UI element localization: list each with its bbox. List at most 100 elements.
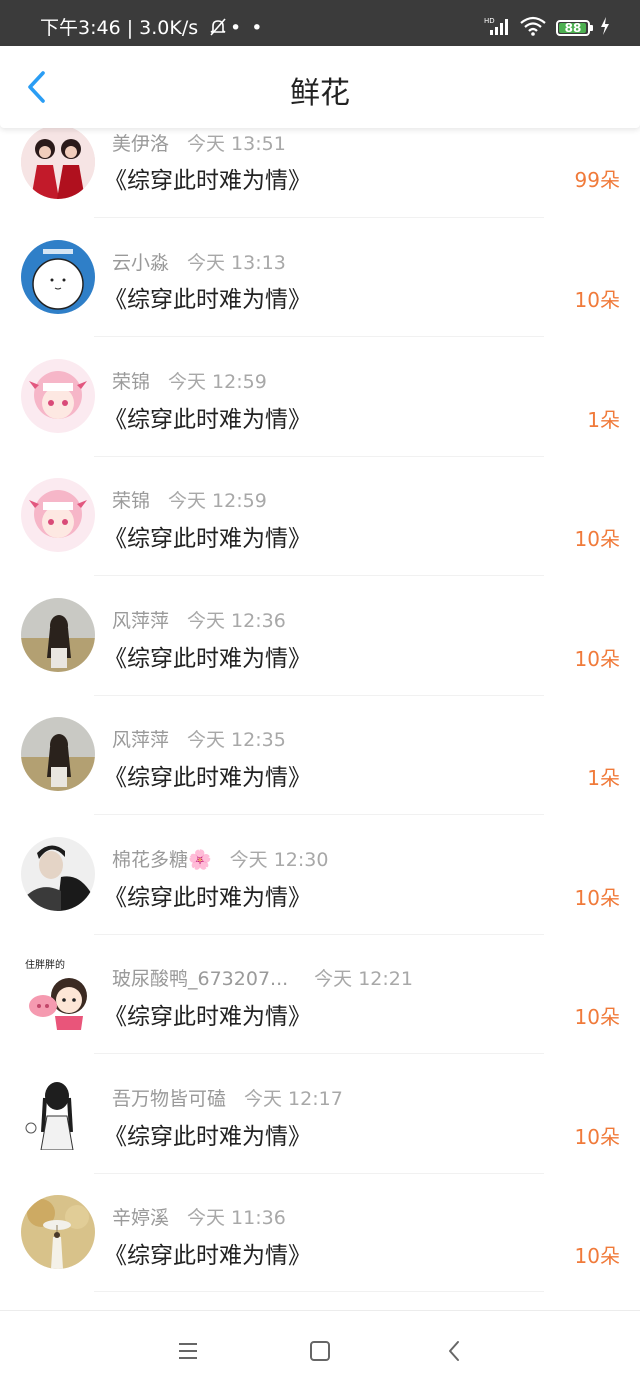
time: 今天 13:51: [187, 133, 286, 155]
time: 今天 12:35: [187, 729, 286, 751]
system-nav-bar: [0, 1310, 640, 1388]
header: 鲜花: [0, 46, 640, 128]
list-item[interactable]: 荣锦 今天 12:59 《综穿此时难为情》 10朵: [0, 465, 640, 585]
avatar[interactable]: [21, 598, 95, 672]
avatar[interactable]: [21, 1076, 95, 1150]
time: 今天 12:30: [229, 849, 329, 871]
book-title[interactable]: 《综穿此时难为情》: [104, 1236, 311, 1270]
time: 今天 12:21: [314, 968, 413, 990]
more-notifications-dots: • •: [230, 17, 265, 39]
divider: [94, 456, 544, 457]
book-title[interactable]: 《综穿此时难为情》: [104, 161, 311, 195]
user-meta: 棉花多糖🌸 今天 12:30: [112, 845, 328, 872]
time: 今天 12:59: [168, 490, 267, 512]
time: 今天 13:13: [187, 252, 286, 274]
menu-button[interactable]: [168, 1331, 208, 1371]
flower-count: 10朵: [574, 527, 620, 551]
flower-count: 99朵: [574, 168, 620, 192]
flower-count: 10朵: [574, 288, 620, 312]
flower-count: 10朵: [574, 886, 620, 910]
avatar[interactable]: [21, 478, 95, 552]
user-meta: 荣锦 今天 12:59: [112, 486, 267, 513]
svg-text:HD: HD: [484, 17, 495, 25]
user-name[interactable]: 玻尿酸鸭_673207...: [112, 968, 288, 990]
avatar[interactable]: [21, 125, 95, 199]
wifi-icon: [520, 16, 546, 40]
list-item[interactable]: 风萍萍 今天 12:36 《综穿此时难为情》 10朵: [0, 585, 640, 705]
status-bar: 下午3:46 | 3.0K/s • • HD 88: [0, 0, 640, 46]
user-meta: 风萍萍 今天 12:36: [112, 606, 286, 633]
avatar[interactable]: [21, 359, 95, 433]
book-title[interactable]: 《综穿此时难为情》: [104, 400, 311, 434]
flower-count: 10朵: [574, 1244, 620, 1268]
book-title[interactable]: 《综穿此时难为情》: [104, 997, 311, 1031]
status-icons: HD 88: [484, 16, 610, 40]
user-meta: 风萍萍 今天 12:35: [112, 725, 286, 752]
flower-count: 10朵: [574, 1005, 620, 1029]
book-title[interactable]: 《综穿此时难为情》: [104, 519, 311, 553]
back-arrow-icon: [449, 1341, 459, 1361]
flower-count: 10朵: [574, 1125, 620, 1149]
divider: [94, 336, 544, 337]
book-title[interactable]: 《综穿此时难为情》: [104, 758, 311, 792]
user-name[interactable]: 棉花多糖🌸: [112, 849, 212, 871]
time: 今天 12:59: [168, 371, 267, 393]
list-item[interactable]: 吾万物皆可磕 今天 12:17 《综穿此时难为情》 10朵: [0, 1065, 640, 1185]
avatar[interactable]: [21, 240, 95, 314]
battery-level: 88: [564, 21, 582, 35]
status-time-speed: 下午3:46 | 3.0K/s: [40, 0, 228, 46]
signal-icon: HD: [484, 16, 510, 40]
avatar[interactable]: [21, 717, 95, 791]
divider: [94, 1173, 544, 1174]
divider: [94, 814, 544, 815]
list-item[interactable]: 棉花多糖🌸 今天 12:30 《综穿此时难为情》 10朵: [0, 825, 640, 945]
menu-icon: [179, 1343, 197, 1359]
avatar[interactable]: [21, 837, 95, 911]
list-item[interactable]: 辛婷溪 今天 11:36 《综穿此时难为情》 10朵: [0, 1185, 640, 1305]
list-item[interactable]: 风萍萍 今天 12:35 《综穿此时难为情》 1朵: [0, 705, 640, 825]
home-square-icon: [310, 1341, 330, 1361]
divider: [94, 1053, 544, 1054]
user-meta: 美伊洛 今天 13:51: [112, 129, 286, 156]
divider: [94, 575, 544, 576]
user-meta: 玻尿酸鸭_673207... 今天 12:21: [112, 964, 413, 991]
user-meta: 辛婷溪 今天 11:36: [112, 1203, 286, 1230]
status-text: 下午3:46 | 3.0K/s: [40, 17, 199, 39]
avatar[interactable]: 住胖胖的: [21, 956, 95, 1030]
divider: [94, 695, 544, 696]
list-item[interactable]: 荣锦 今天 12:59 《综穿此时难为情》 1朵: [0, 345, 640, 465]
book-title[interactable]: 《综穿此时难为情》: [104, 878, 311, 912]
user-name[interactable]: 云小淼: [112, 252, 169, 274]
time: 今天 12:36: [187, 610, 286, 632]
list-item[interactable]: 云小淼 今天 13:13 《综穿此时难为情》 10朵: [0, 225, 640, 345]
flower-count: 10朵: [574, 647, 620, 671]
book-title[interactable]: 《综穿此时难为情》: [104, 639, 311, 673]
flower-count: 1朵: [587, 766, 620, 790]
page-title: 鲜花: [290, 76, 350, 111]
user-name[interactable]: 美伊洛: [112, 133, 169, 155]
user-name[interactable]: 风萍萍: [112, 729, 169, 751]
user-name[interactable]: 荣锦: [112, 371, 150, 393]
charging-icon: [600, 17, 610, 39]
list-item[interactable]: 住胖胖的 玻尿酸鸭_673207... 今天 12:21 《综穿此时难为情》 10…: [0, 945, 640, 1065]
book-title[interactable]: 《综穿此时难为情》: [104, 1117, 311, 1151]
divider: [94, 1291, 544, 1292]
avatar-sticker-text: 住胖胖的: [25, 958, 65, 971]
user-name[interactable]: 辛婷溪: [112, 1207, 169, 1229]
user-name[interactable]: 吾万物皆可磕: [112, 1088, 226, 1110]
home-button[interactable]: [300, 1331, 340, 1371]
user-meta: 云小淼 今天 13:13: [112, 248, 286, 275]
avatar[interactable]: [21, 1195, 95, 1269]
user-meta: 荣锦 今天 12:59: [112, 367, 267, 394]
divider: [94, 934, 544, 935]
book-title[interactable]: 《综穿此时难为情》: [104, 280, 311, 314]
flower-list: 美伊洛 今天 13:51 《综穿此时难为情》 99朵 云小淼 今天 13:13 《综…: [0, 0, 640, 1310]
user-name[interactable]: 荣锦: [112, 490, 150, 512]
flower-count: 1朵: [587, 408, 620, 432]
time: 今天 12:17: [244, 1088, 343, 1110]
user-meta: 吾万物皆可磕 今天 12:17: [112, 1084, 343, 1111]
divider: [94, 217, 544, 218]
battery-icon: 88: [556, 20, 593, 36]
user-name[interactable]: 风萍萍: [112, 610, 169, 632]
back-nav-button[interactable]: [434, 1331, 474, 1371]
